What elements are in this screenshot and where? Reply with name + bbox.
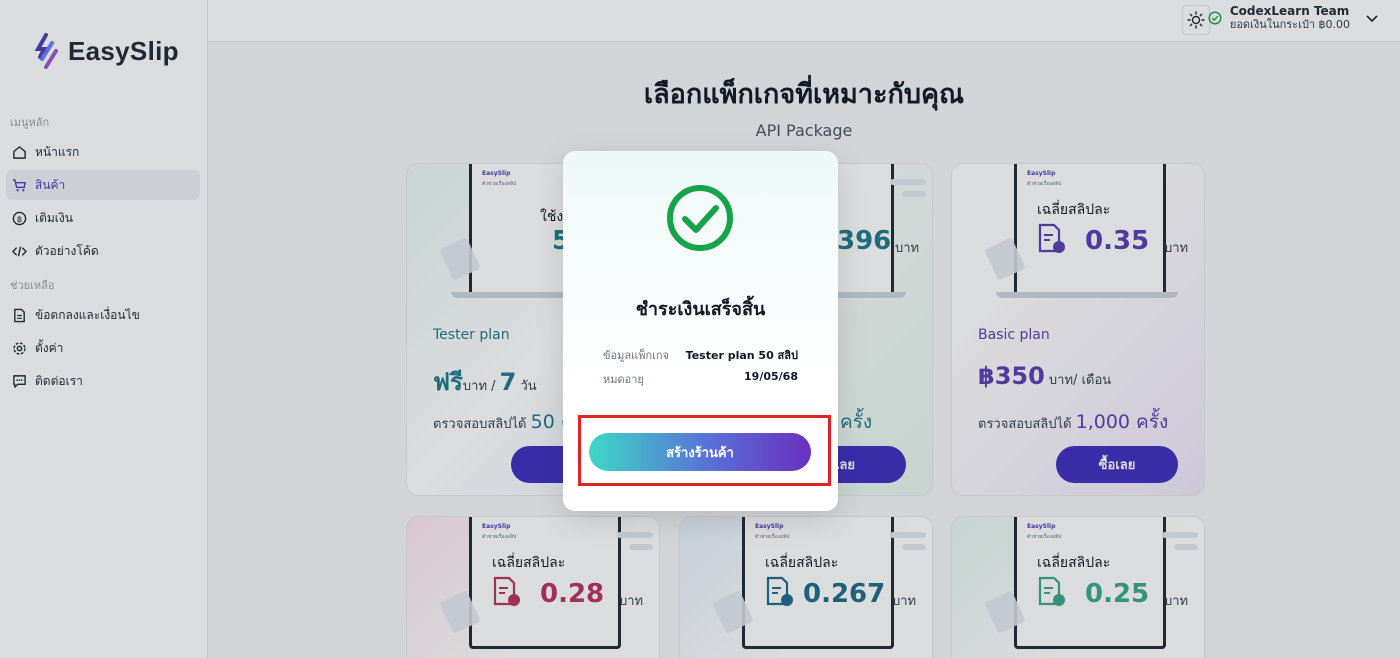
package-info-row: ข้อมูลแพ็กเกจ Tester plan 50 สลิป xyxy=(603,346,798,364)
expiry-row: หมดอายุ 19/05/68 xyxy=(603,370,798,388)
success-check-icon xyxy=(667,185,733,251)
modal-title: ชำระเงินเสร็จสิ้น xyxy=(635,299,766,320)
payment-success-modal: ชำระเงินเสร็จสิ้น ข้อมูลแพ็กเกจ Tester p… xyxy=(563,151,838,511)
expiry-label: หมดอายุ xyxy=(603,373,644,386)
package-value: Tester plan 50 สลิป xyxy=(685,349,798,362)
package-label: ข้อมูลแพ็กเกจ xyxy=(603,349,669,362)
create-store-button[interactable]: สร้างร้านค้า xyxy=(589,433,811,471)
expiry-value: 19/05/68 xyxy=(744,370,798,383)
